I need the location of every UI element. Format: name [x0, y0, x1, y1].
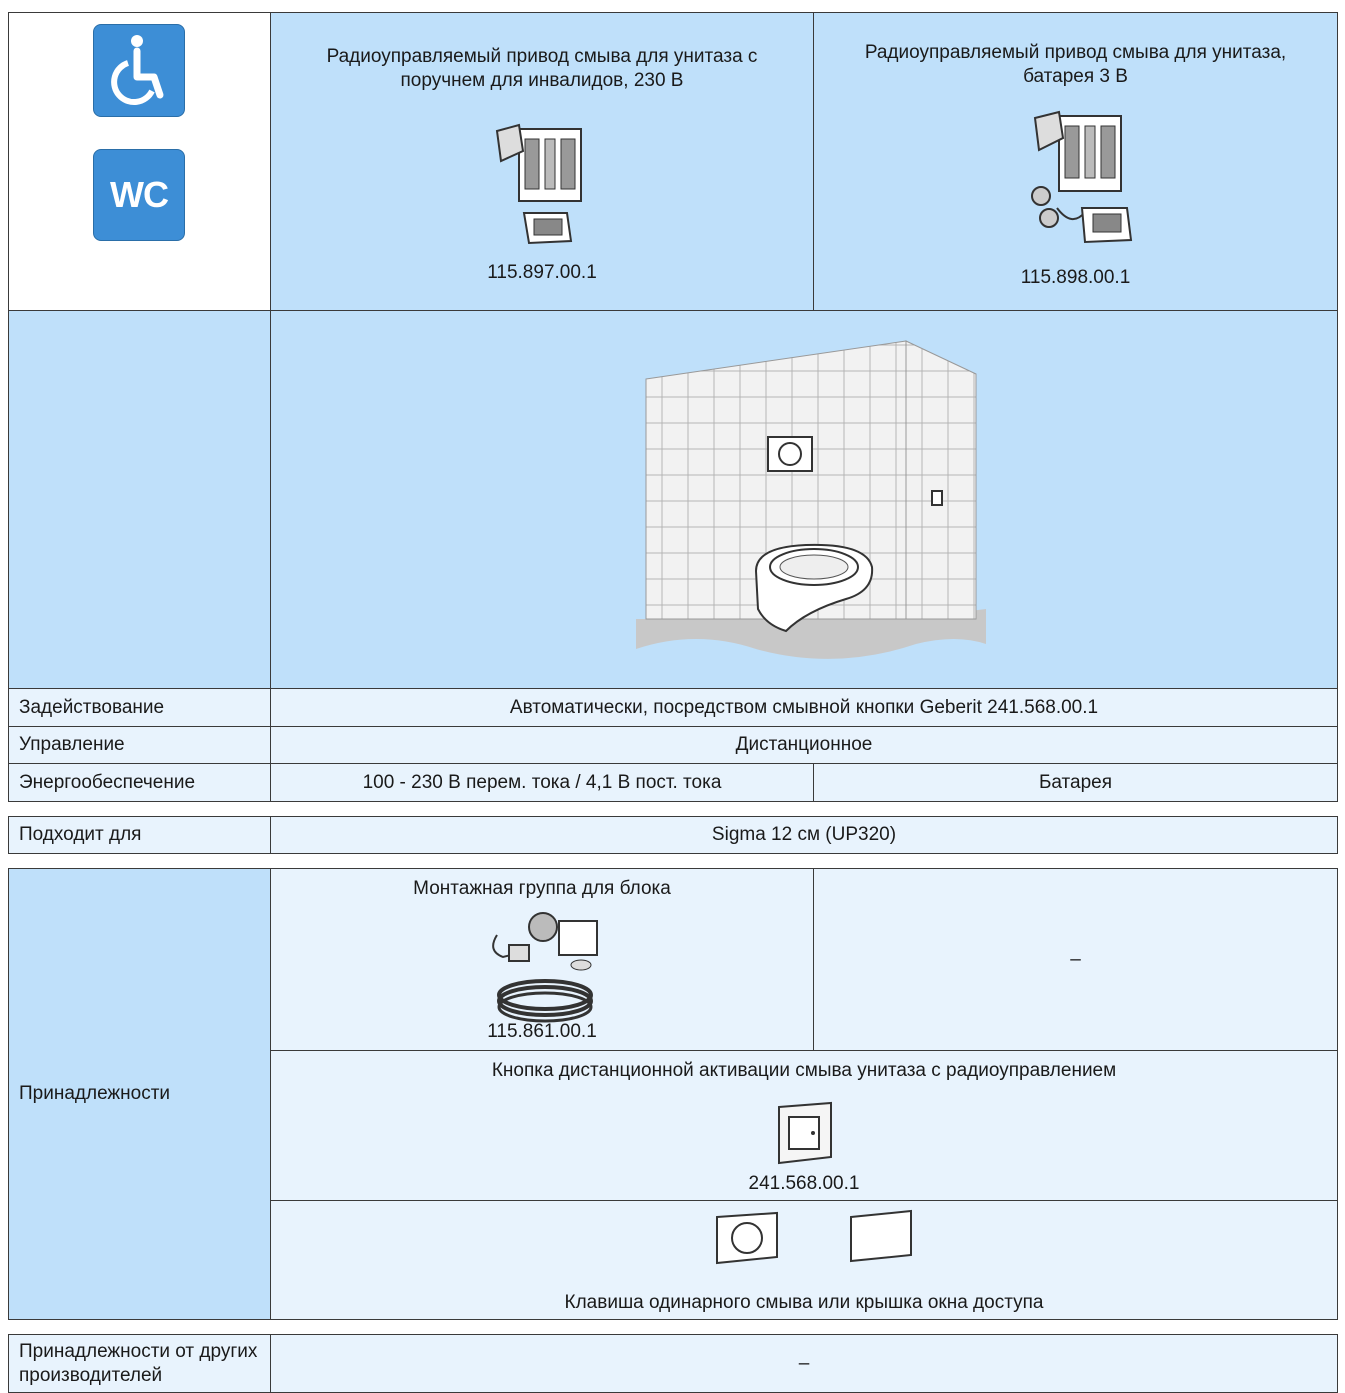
bathroom-illustration: [636, 340, 986, 659]
accessory-flush-plate: Клавиша одинарного смыва или крышка окна…: [270, 1200, 1338, 1320]
third-party-label: Принадлежности от других производителей: [8, 1334, 271, 1393]
wc-icon: WC: [93, 149, 185, 241]
flush-plate-image: [716, 1211, 778, 1265]
accessory-2-title: Кнопка дистанционной активации смыва уни…: [491, 1060, 1117, 1081]
control-value: Дистанционное: [270, 726, 1338, 764]
wheelchair-icon: [93, 24, 185, 117]
product-2-code: 115.898.00.1: [1020, 267, 1131, 288]
suitable-label: Подходит для: [8, 816, 271, 854]
illustration-label-cell: [8, 310, 271, 689]
wc-icon-text: WC: [110, 174, 169, 215]
third-party-value: –: [270, 1334, 1338, 1393]
product-2-image: [1031, 110, 1133, 244]
access-cover-image: [850, 1209, 912, 1263]
accessory-remote-button: Кнопка дистанционной активации смыва уни…: [270, 1050, 1338, 1201]
product-1-image: [495, 123, 582, 245]
product-1-code: 115.897.00.1: [487, 262, 597, 283]
power-label: Энергообеспечение: [8, 763, 271, 802]
icon-cell: WC: [8, 12, 271, 311]
remote-button-image: [778, 1101, 832, 1165]
product-2-title: Радиоуправляемый привод смыва для унитаз…: [864, 42, 1287, 87]
product-col-2: Радиоуправляемый привод смыва для унитаз…: [813, 12, 1338, 311]
accessory-1-code: 115.861.00.1: [487, 1021, 597, 1042]
accessory-1-col2: –: [813, 868, 1338, 1051]
power-value-1: 100 - 230 В перем. тока / 4,1 В пост. то…: [270, 763, 814, 802]
product-col-1: Радиоуправляемый привод смыва для унитаз…: [270, 12, 814, 311]
accessories-label: Принадлежности: [8, 868, 271, 1320]
mounting-group-image: [492, 912, 598, 1023]
power-value-2: Батарея: [813, 763, 1338, 802]
control-label: Управление: [8, 726, 271, 764]
activation-label: Задействование: [8, 688, 271, 727]
illustration-cell: [270, 310, 1338, 689]
accessory-1-title: Монтажная группа для блока: [413, 878, 671, 899]
accessory-mounting-group: Монтажная группа для блока 115.861.00.1: [270, 868, 814, 1051]
accessory-3-title: Клавиша одинарного смыва или крышка окна…: [564, 1292, 1044, 1313]
accessory-2-code: 241.568.00.1: [748, 1173, 860, 1194]
activation-value: Автоматически, посредством смывной кнопк…: [270, 688, 1338, 727]
product-1-title: Радиоуправляемый привод смыва для унитаз…: [326, 46, 758, 91]
suitable-value: Sigma 12 см (UP320): [270, 816, 1338, 854]
